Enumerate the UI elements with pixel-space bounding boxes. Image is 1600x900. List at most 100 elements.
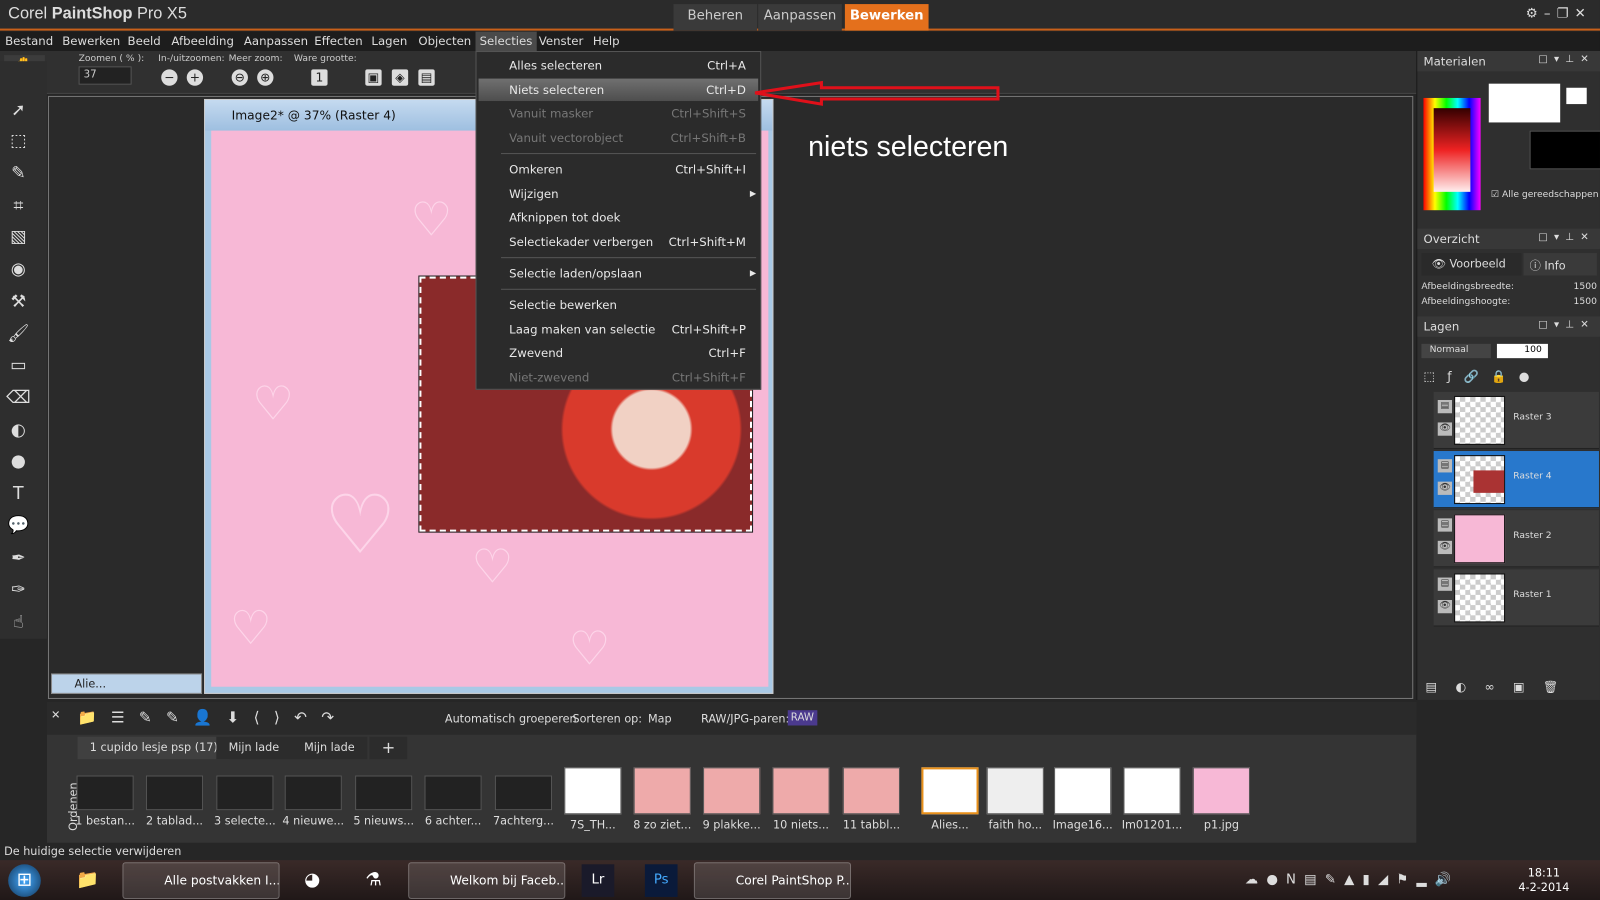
add-tab-button[interactable]: + bbox=[369, 736, 408, 760]
palette-controls[interactable]: □▾⊥✕ bbox=[1538, 319, 1595, 330]
menu-item-laag-maken[interactable]: Laag maken van selectie Ctrl+Shift+P bbox=[479, 318, 759, 340]
thumbnail-item[interactable]: 11 tabbl... bbox=[840, 765, 903, 832]
shape-tool-icon[interactable]: 💬 bbox=[6, 513, 30, 537]
layer-group-icon[interactable]: ▤ bbox=[1437, 399, 1453, 414]
fill-tool-icon[interactable]: ◐ bbox=[6, 418, 30, 442]
straighten-tool-icon[interactable]: ▧ bbox=[6, 224, 30, 248]
visibility-eye-icon[interactable]: 👁 bbox=[1437, 422, 1453, 436]
thumbnail-item[interactable]: Alies... bbox=[918, 765, 981, 832]
zoom-plus-icon[interactable]: ⊕ bbox=[257, 69, 274, 86]
lightroom-icon[interactable]: Lr bbox=[581, 864, 615, 897]
dropper-tool-icon[interactable]: ✎ bbox=[6, 161, 30, 185]
thumbnail-item[interactable]: 9 plakke... bbox=[700, 765, 763, 832]
organizer-tab-mijn-lade-2[interactable]: Mijn lade bbox=[291, 736, 367, 760]
app-icon[interactable]: ⚗ bbox=[357, 864, 390, 897]
visibility-eye-icon[interactable]: 👁 bbox=[1437, 540, 1453, 555]
opacity-input[interactable]: 100 bbox=[1496, 343, 1548, 359]
foreground-swatch[interactable] bbox=[1488, 83, 1561, 123]
system-tray-icons[interactable]: ☁●N▤✎▲▮◢⚑▂🔊 bbox=[1245, 872, 1460, 887]
gradient-tool-icon[interactable]: ▭ bbox=[6, 353, 30, 377]
photoshop-icon[interactable]: Ps bbox=[644, 864, 678, 897]
zoom-in-icon[interactable]: + bbox=[186, 69, 204, 86]
menu-bestand[interactable]: Bestand bbox=[1, 32, 57, 51]
palette-controls[interactable]: □▾⊥✕ bbox=[1538, 54, 1595, 65]
taskbar-item-mail[interactable]: Alle postvakken I... bbox=[122, 862, 280, 899]
menu-item-selectiekader-verbergen[interactable]: Selectiekader verbergen Ctrl+Shift+M bbox=[479, 231, 759, 253]
layer-toolbar-icons[interactable]: ⬚ƒ🔗🔒● bbox=[1423, 369, 1541, 383]
brush-tool-icon[interactable]: 🖌 bbox=[6, 321, 30, 345]
layer-bottom-icons[interactable]: ▤◐∞▣🗑 bbox=[1425, 680, 1576, 694]
layer-raster-1[interactable]: ▤ 👁 Raster 1 bbox=[1433, 569, 1599, 627]
thumbnail-item[interactable]: 7achterg... bbox=[492, 765, 555, 828]
menu-item-omkeren[interactable]: Omkeren Ctrl+Shift+I bbox=[479, 158, 759, 180]
color-changer-icon[interactable]: ● bbox=[6, 449, 30, 473]
clock[interactable]: 18:11 4-2-2014 bbox=[1518, 866, 1569, 895]
thumbnail-item[interactable]: 2 tablad... bbox=[143, 765, 206, 828]
menu-item-selectie-laden-opslaan[interactable]: Selectie laden/opslaan ▶ bbox=[479, 262, 759, 284]
tab-beheren[interactable]: Beheren bbox=[673, 4, 758, 31]
crop-tool-icon[interactable]: ⌗ bbox=[6, 194, 30, 218]
app-icon[interactable]: ◕ bbox=[296, 864, 329, 897]
tab-aanpassen[interactable]: Aanpassen bbox=[758, 4, 842, 31]
menu-item-wijzigen[interactable]: Wijzigen ▶ bbox=[479, 183, 759, 205]
thumbnail-item[interactable]: faith ho... bbox=[984, 765, 1047, 832]
fit-window-icon[interactable]: ▣ bbox=[365, 69, 382, 86]
menu-help[interactable]: Help bbox=[589, 32, 624, 51]
menu-venster[interactable]: Venster bbox=[535, 32, 588, 51]
all-tools-checkbox[interactable]: ☑ Alle gereedschappen bbox=[1491, 190, 1599, 200]
explorer-icon[interactable]: 📁 bbox=[71, 864, 104, 897]
eraser-tool-icon[interactable]: ⌫ bbox=[6, 386, 31, 410]
organizer-tool-icons[interactable]: 📁☰✎✎👤⬇⟨⟩↶↷ bbox=[78, 708, 349, 726]
menu-afbeelding[interactable]: Afbeelding bbox=[167, 32, 238, 51]
pen-tool-icon[interactable]: ✒ bbox=[6, 546, 30, 570]
layer-raster-2[interactable]: ▤ 👁 Raster 2 bbox=[1433, 510, 1599, 568]
text-tool-icon[interactable]: T bbox=[6, 482, 30, 506]
organizer-close-icon[interactable]: ✕ bbox=[51, 708, 60, 721]
smudge-tool-icon[interactable]: ☝ bbox=[6, 610, 30, 634]
thumbnail-item[interactable]: p1.jpg bbox=[1190, 765, 1253, 832]
pick-tool-icon[interactable]: ➚ bbox=[6, 98, 30, 122]
warp-tool-icon[interactable]: ✑ bbox=[6, 578, 30, 602]
layer-group-icon[interactable]: ▤ bbox=[1437, 577, 1453, 591]
thumbnail-item[interactable]: Image16... bbox=[1051, 765, 1114, 832]
blend-mode-select[interactable]: Normaal bbox=[1421, 343, 1491, 359]
menu-item-niets-selecteren[interactable]: Niets selecteren Ctrl+D bbox=[478, 78, 759, 102]
thumbnail-item[interactable]: 5 nieuws... bbox=[352, 765, 415, 828]
visibility-eye-icon[interactable]: 👁 bbox=[1437, 481, 1453, 495]
layer-group-icon[interactable]: ▤ bbox=[1437, 459, 1453, 473]
menu-bewerken[interactable]: Bewerken bbox=[58, 32, 124, 51]
taskbar-item-chrome[interactable]: Welkom bij Faceb... bbox=[408, 862, 566, 899]
small-fg-swatch[interactable] bbox=[1566, 87, 1587, 105]
selection-tool-icon[interactable]: ⬚ bbox=[6, 129, 30, 153]
layer-raster-3[interactable]: ▤ 👁 Raster 3 bbox=[1433, 391, 1599, 449]
menu-item-alles-selecteren[interactable]: Alles selecteren Ctrl+A bbox=[479, 54, 759, 76]
layer-raster-4[interactable]: ▤ 👁 Raster 4 bbox=[1433, 451, 1599, 509]
fit-screen-icon[interactable]: ▤ bbox=[418, 69, 435, 86]
tab-bewerken[interactable]: Bewerken bbox=[844, 4, 929, 31]
zoom-out-icon[interactable]: − bbox=[161, 69, 178, 86]
menu-beeld[interactable]: Beeld bbox=[123, 32, 164, 51]
color-picker[interactable] bbox=[1423, 97, 1481, 211]
window-controls[interactable]: ⚙–❐✕ bbox=[1526, 6, 1592, 21]
tab-info[interactable]: ⓘ Info bbox=[1523, 253, 1597, 276]
menu-item-afknippen[interactable]: Afknippen tot doek bbox=[479, 206, 759, 228]
organizer-tab-cupido[interactable]: 1 cupido lesje psp (17) bbox=[77, 736, 231, 760]
raw-badge[interactable]: RAW bbox=[787, 710, 818, 726]
thumbnail-item[interactable]: 1 bestan... bbox=[73, 765, 136, 828]
redeye-tool-icon[interactable]: ◉ bbox=[6, 257, 30, 281]
thumbnail-item[interactable]: Im01201... bbox=[1120, 765, 1183, 832]
minimized-window[interactable]: Alie... bbox=[51, 673, 203, 694]
thumbnail-item[interactable]: 6 achter... bbox=[421, 765, 484, 828]
layer-group-icon[interactable]: ▤ bbox=[1437, 518, 1453, 532]
menu-lagen[interactable]: Lagen bbox=[367, 32, 411, 51]
background-swatch[interactable] bbox=[1529, 130, 1600, 170]
taskbar-item-paintshop[interactable]: Corel PaintShop P... bbox=[693, 862, 852, 899]
thumbnail-item[interactable]: 3 selecte... bbox=[213, 765, 276, 828]
menu-item-selectie-bewerken[interactable]: Selectie bewerken bbox=[479, 294, 759, 316]
zoom-minus-icon[interactable]: ⊖ bbox=[231, 69, 248, 86]
actual-size-icon[interactable]: 1 bbox=[311, 69, 328, 86]
organizer-tab-mijn-lade-1[interactable]: Mijn lade bbox=[216, 736, 292, 760]
fit-image-icon[interactable]: ◈ bbox=[391, 69, 409, 86]
palette-controls[interactable]: □▾⊥✕ bbox=[1538, 232, 1595, 243]
thumbnail-item[interactable]: 8 zo ziet... bbox=[631, 765, 694, 832]
